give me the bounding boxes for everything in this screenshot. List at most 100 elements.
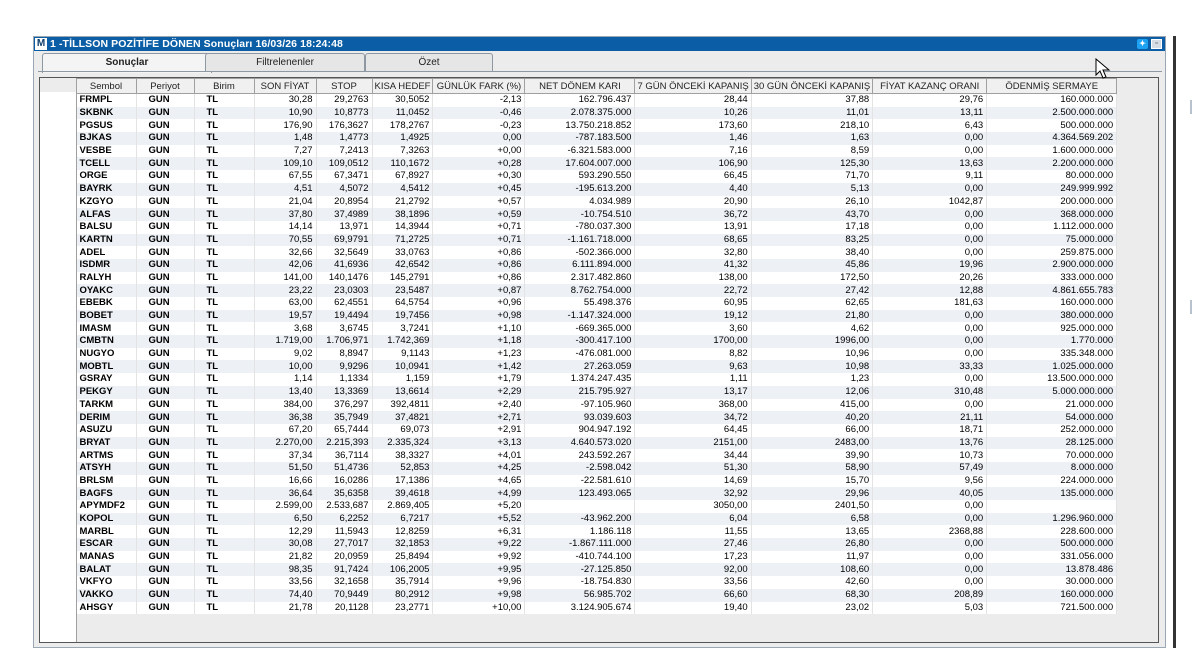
value-cell[interactable]: 2.869,405 bbox=[372, 500, 434, 513]
value-cell[interactable]: 1.186.118 bbox=[524, 525, 636, 539]
value-cell[interactable]: 208,89 bbox=[872, 588, 988, 602]
table-row[interactable]: 36ESCARGUNTL30,0827,701732,1853+9,22-1.8… bbox=[40, 538, 1118, 551]
value-cell[interactable]: 54.000.000 bbox=[986, 411, 1118, 424]
value-cell[interactable]: +2,91 bbox=[432, 423, 526, 437]
value-cell[interactable]: 4,62 bbox=[751, 322, 874, 336]
value-cell[interactable]: -27.125.850 bbox=[524, 563, 636, 577]
table-row[interactable]: 39VKFYOGUNTL33,5632,165835,7914+9,96-18.… bbox=[40, 576, 1118, 589]
title-bar[interactable]: M 1 -TİLLSON POZİTİFE DÖNEN Sonuçları 16… bbox=[34, 37, 1165, 51]
value-cell[interactable]: 39,90 bbox=[751, 449, 874, 462]
value-cell[interactable]: 16,66 bbox=[254, 474, 317, 488]
table-row[interactable]: 19IMASMGUNTL3,683,67453,7241+1,10-669.36… bbox=[40, 322, 1118, 336]
value-cell[interactable]: 162.796.437 bbox=[524, 93, 636, 107]
text-cell[interactable]: GUN bbox=[136, 246, 195, 259]
table-row[interactable]: 10ALFASGUNTL37,8037,498938,1896+0,59-10.… bbox=[40, 208, 1118, 221]
value-cell[interactable]: 27,42 bbox=[751, 284, 874, 297]
symbol-cell[interactable]: SKBNK bbox=[76, 106, 137, 120]
value-cell[interactable]: 14,69 bbox=[634, 474, 752, 488]
value-cell[interactable]: 19,40 bbox=[634, 601, 752, 615]
text-cell[interactable]: TL bbox=[194, 182, 255, 196]
value-cell[interactable]: 19,4494 bbox=[316, 309, 373, 323]
text-cell[interactable]: TL bbox=[194, 157, 255, 171]
value-cell[interactable]: 30,08 bbox=[254, 538, 317, 551]
text-cell[interactable]: TL bbox=[194, 335, 255, 348]
value-cell[interactable]: 0,00 bbox=[872, 550, 988, 564]
text-cell[interactable]: TL bbox=[194, 309, 255, 323]
value-cell[interactable]: +4,65 bbox=[432, 474, 526, 488]
text-cell[interactable]: TL bbox=[194, 144, 255, 158]
value-cell[interactable]: 145,2791 bbox=[372, 271, 434, 285]
value-cell[interactable]: +4,01 bbox=[432, 449, 526, 462]
value-cell[interactable]: 500.000.000 bbox=[986, 538, 1118, 551]
value-cell[interactable]: 904.947.192 bbox=[524, 423, 636, 437]
value-cell[interactable]: 21,11 bbox=[872, 411, 988, 424]
value-cell[interactable]: 1,63 bbox=[751, 132, 874, 145]
value-cell[interactable]: 2.599,00 bbox=[254, 500, 317, 513]
value-cell[interactable]: 64,45 bbox=[634, 423, 752, 437]
value-cell[interactable]: +0,30 bbox=[432, 170, 526, 183]
value-cell[interactable]: +0,86 bbox=[432, 271, 526, 285]
value-cell[interactable]: 110,1672 bbox=[372, 157, 434, 171]
value-cell[interactable]: 8.000.000 bbox=[986, 461, 1118, 475]
value-cell[interactable]: 1.742,369 bbox=[372, 335, 434, 348]
value-cell[interactable]: 4,5412 bbox=[372, 182, 434, 196]
text-cell[interactable]: TL bbox=[194, 474, 255, 488]
value-cell[interactable]: 64,5754 bbox=[372, 297, 434, 310]
value-cell[interactable]: 13,65 bbox=[751, 525, 874, 539]
value-cell[interactable]: 2.200.000.000 bbox=[986, 157, 1118, 171]
table-row[interactable]: 41AHSGYGUNTL21,7820,112823,2771+10,003.1… bbox=[40, 601, 1118, 615]
text-cell[interactable]: TL bbox=[194, 538, 255, 551]
value-cell[interactable]: 37,34 bbox=[254, 449, 317, 462]
text-cell[interactable]: GUN bbox=[136, 335, 195, 348]
value-cell[interactable]: 14,14 bbox=[254, 220, 317, 234]
symbol-cell[interactable]: BRYAT bbox=[76, 436, 137, 450]
value-cell[interactable]: 384,00 bbox=[254, 398, 317, 412]
table-row[interactable]: 1FRMPLGUNTL30,2829,276330,5052-2,13162.7… bbox=[40, 93, 1118, 107]
text-cell[interactable]: TL bbox=[194, 233, 255, 247]
value-cell[interactable]: 0,00 bbox=[872, 220, 988, 234]
value-cell[interactable]: 23,22 bbox=[254, 284, 317, 297]
value-cell[interactable]: 0,00 bbox=[872, 208, 988, 221]
value-cell[interactable]: -780.037.300 bbox=[524, 220, 636, 234]
symbol-cell[interactable]: ALFAS bbox=[76, 208, 137, 221]
value-cell[interactable]: 1,1334 bbox=[316, 373, 373, 386]
symbol-cell[interactable]: BRLSM bbox=[76, 474, 137, 488]
value-cell[interactable]: 6,2252 bbox=[316, 512, 373, 526]
value-cell[interactable]: 3,68 bbox=[254, 322, 317, 336]
value-cell[interactable]: 75.000.000 bbox=[986, 233, 1118, 247]
text-cell[interactable]: TL bbox=[194, 398, 255, 412]
value-cell[interactable]: 380.000.000 bbox=[986, 309, 1118, 323]
value-cell[interactable]: 178,2767 bbox=[372, 119, 434, 133]
value-cell[interactable]: 2483,00 bbox=[751, 436, 874, 450]
value-cell[interactable]: 38,3327 bbox=[372, 449, 434, 462]
value-cell[interactable]: 12,88 bbox=[872, 284, 988, 297]
value-cell[interactable]: +10,00 bbox=[432, 601, 526, 615]
value-cell[interactable]: 1.296.960.000 bbox=[986, 512, 1118, 526]
value-cell[interactable]: 32,1658 bbox=[316, 576, 373, 589]
table-row[interactable]: 12KARTNGUNTL70,5569,979171,2725+0,71-1.1… bbox=[40, 233, 1118, 247]
text-cell[interactable]: TL bbox=[194, 436, 255, 450]
value-cell[interactable]: 6,7217 bbox=[372, 512, 434, 526]
text-cell[interactable]: GUN bbox=[136, 360, 195, 374]
symbol-cell[interactable]: MARBL bbox=[76, 525, 137, 539]
value-cell[interactable]: 23,2771 bbox=[372, 601, 434, 615]
value-cell[interactable]: 57,49 bbox=[872, 461, 988, 475]
symbol-cell[interactable]: KZGYO bbox=[76, 195, 137, 209]
text-cell[interactable]: GUN bbox=[136, 284, 195, 297]
value-cell[interactable]: 17,18 bbox=[751, 220, 874, 234]
value-cell[interactable]: 56.985.702 bbox=[524, 588, 636, 602]
value-cell[interactable]: 2.270,00 bbox=[254, 436, 317, 450]
text-cell[interactable]: TL bbox=[194, 284, 255, 297]
value-cell[interactable]: 9,1143 bbox=[372, 347, 434, 361]
table-row[interactable]: 34KOPOLGUNTL6,506,22526,7217+5,52-43.962… bbox=[40, 512, 1118, 526]
symbol-cell[interactable]: EBEBK bbox=[76, 297, 137, 310]
symbol-cell[interactable]: DERIM bbox=[76, 411, 137, 424]
symbol-cell[interactable]: APYMDF2 bbox=[76, 500, 137, 513]
value-cell[interactable]: 40,20 bbox=[751, 411, 874, 424]
value-cell[interactable]: 19,12 bbox=[634, 309, 752, 323]
text-cell[interactable]: TL bbox=[194, 119, 255, 133]
text-cell[interactable]: TL bbox=[194, 601, 255, 615]
value-cell[interactable]: 29,2763 bbox=[316, 93, 373, 107]
value-cell[interactable]: 13.500.000.000 bbox=[986, 373, 1118, 386]
value-cell[interactable]: 215.795.927 bbox=[524, 385, 636, 399]
